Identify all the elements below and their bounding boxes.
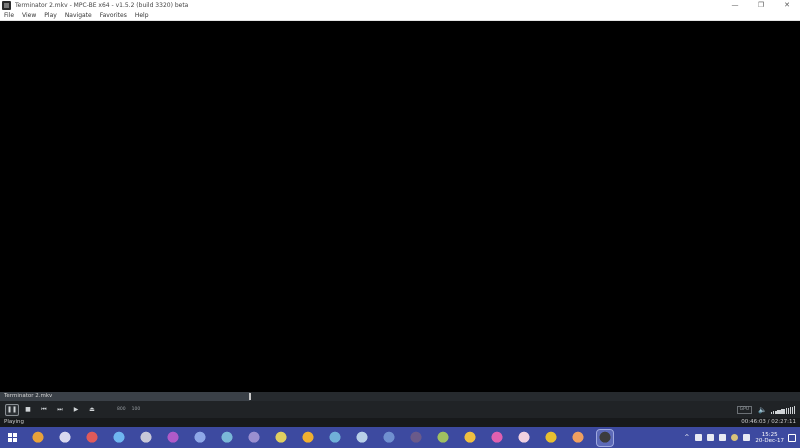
gpu-badge: GPU xyxy=(736,405,753,414)
toolbar-right: GPU 🔈 xyxy=(736,401,796,418)
taskbar-app-icon[interactable] xyxy=(408,429,424,446)
menu-bar: File View Play Navigate Favorites Help xyxy=(0,11,800,21)
windows-taskbar: ^ 15:25 20-Dec-17 xyxy=(0,427,800,448)
tray-app-icon[interactable] xyxy=(695,434,703,441)
windows-logo-icon xyxy=(7,433,17,442)
taskbar-app-icon[interactable] xyxy=(327,429,343,446)
volume-bar xyxy=(793,405,796,414)
close-button[interactable]: ✕ xyxy=(774,0,800,11)
speed-label-b: 100 xyxy=(131,407,141,412)
tray-network-icon[interactable] xyxy=(719,434,727,441)
menu-help[interactable]: Help xyxy=(131,12,153,19)
menu-view[interactable]: View xyxy=(18,12,40,19)
next-button[interactable]: ⏭ xyxy=(53,404,67,416)
volume-icon[interactable]: 🔈 xyxy=(758,406,767,414)
volume-slider[interactable] xyxy=(770,405,796,414)
pause-button[interactable]: ❚❚ xyxy=(5,403,19,416)
taskbar-app-icon[interactable] xyxy=(543,429,559,446)
title-bar: Terminator 2.mkv - MPC-BE x64 - v1.5.2 (… xyxy=(0,0,800,11)
taskbar-app-icon[interactable] xyxy=(30,429,46,446)
notification-center-icon[interactable] xyxy=(788,433,796,442)
system-tray: ^ 15:25 20-Dec-17 xyxy=(684,427,800,448)
taskbar-app-icon[interactable] xyxy=(300,429,316,446)
tray-speaker-icon[interactable] xyxy=(743,434,751,441)
taskbar-app-icon[interactable] xyxy=(219,429,235,446)
taskbar-app-icon[interactable] xyxy=(596,428,614,447)
previous-button[interactable]: ⏮ xyxy=(37,404,51,416)
seek-bar[interactable]: Terminator 2.mkv xyxy=(0,392,800,401)
taskbar-app-icon[interactable] xyxy=(462,429,478,446)
tray-device-icon[interactable] xyxy=(707,434,715,441)
eject-button[interactable]: ⏏ xyxy=(85,404,99,416)
mpc-be-app-icon[interactable] xyxy=(2,1,11,10)
tray-overflow-icon[interactable]: ^ xyxy=(684,434,690,441)
maximize-button[interactable]: ❐ xyxy=(748,0,774,11)
minimize-button[interactable]: — xyxy=(722,0,748,11)
taskbar-app-icon[interactable] xyxy=(435,429,451,446)
playback-toolbar: ❚❚ ■ ⏮ ⏭ ▶ ⏏ 800 100 GPU 🔈 xyxy=(0,401,800,418)
window-title: Terminator 2.mkv - MPC-BE x64 - v1.5.2 (… xyxy=(15,2,189,9)
taskbar-app-icon[interactable] xyxy=(516,429,532,446)
taskbar-app-icon[interactable] xyxy=(570,429,586,446)
menu-file[interactable]: File xyxy=(0,12,18,19)
taskbar-app-icon[interactable] xyxy=(57,429,73,446)
start-button[interactable] xyxy=(0,427,24,448)
menu-play[interactable]: Play xyxy=(40,12,61,19)
playback-state: Playing xyxy=(4,419,24,425)
taskbar-app-icon[interactable] xyxy=(84,429,100,446)
frame-step-button[interactable]: ▶ xyxy=(69,404,83,416)
window-controls: — ❐ ✕ xyxy=(722,0,800,11)
video-display[interactable] xyxy=(0,21,800,392)
status-bar: Playing 00:46:03 / 02:27:11 xyxy=(0,418,800,427)
taskbar-apps xyxy=(30,428,624,447)
taskbar-app-icon[interactable] xyxy=(354,429,370,446)
taskbar-app-icon[interactable] xyxy=(273,429,289,446)
taskbar-app-icon[interactable] xyxy=(489,429,505,446)
taskbar-app-icon[interactable] xyxy=(165,429,181,446)
taskbar-app-icon[interactable] xyxy=(138,429,154,446)
stop-button[interactable]: ■ xyxy=(21,404,35,416)
time-display: 00:46:03 / 02:27:11 xyxy=(741,419,796,425)
taskbar-app-icon[interactable] xyxy=(192,429,208,446)
speed-label-a: 800 xyxy=(117,407,126,412)
menu-favorites[interactable]: Favorites xyxy=(96,12,131,19)
clock-date: 20-Dec-17 xyxy=(755,437,784,444)
taskbar-app-icon[interactable] xyxy=(246,429,262,446)
taskbar-clock[interactable]: 15:25 20-Dec-17 xyxy=(755,432,784,444)
menu-navigate[interactable]: Navigate xyxy=(61,12,96,19)
seek-filename-label: Terminator 2.mkv xyxy=(4,393,53,399)
taskbar-app-icon[interactable] xyxy=(381,429,397,446)
tray-status-icon[interactable] xyxy=(731,434,739,441)
seek-thumb[interactable] xyxy=(248,393,251,400)
taskbar-app-icon[interactable] xyxy=(111,429,127,446)
